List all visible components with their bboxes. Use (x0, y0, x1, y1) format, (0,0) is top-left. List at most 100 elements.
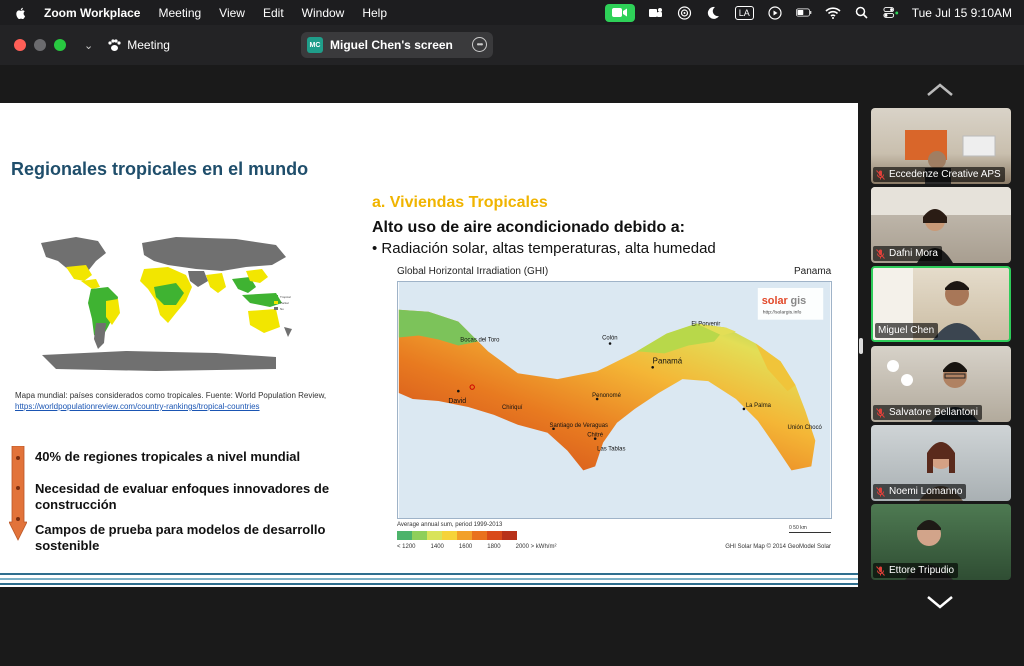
map-caption-text: Mapa mundial: países considerados como t… (15, 391, 327, 400)
slide-footer-stripes (0, 573, 858, 587)
svg-text:No: No (280, 307, 284, 311)
svg-text:Partial: Partial (280, 301, 289, 305)
svg-text:Panamá: Panamá (653, 356, 683, 365)
menubar-clock[interactable]: Tue Jul 15 9:10AM (912, 6, 1012, 20)
participant-tile[interactable]: Dafni Mora (871, 187, 1011, 263)
svg-text:El Porvenir: El Porvenir (691, 322, 720, 328)
zoom-video-status-icon[interactable] (604, 3, 635, 22)
window-title-bar: ⌄ Meeting MC Miguel Chen's screen ••• (0, 25, 1024, 65)
slide-title: Regionales tropicales en el mundo (11, 159, 309, 179)
close-window-button[interactable] (14, 39, 26, 51)
legend-tick: 1600 (458, 544, 473, 550)
key-point-3: Campos de prueba para modelos de desarro… (35, 522, 326, 553)
participant-name: Miguel Chen (878, 325, 935, 336)
menu-help[interactable]: Help (362, 6, 387, 20)
muted-mic-icon (876, 248, 885, 259)
svg-text:La Palma: La Palma (746, 403, 772, 409)
svg-text:Unión Chocó: Unión Chocó (788, 425, 823, 431)
minimize-window-button[interactable] (34, 39, 46, 51)
svg-text:gis: gis (791, 295, 807, 307)
ghi-map-title: Global Horizontal Irradiation (GHI) (397, 266, 549, 277)
wifi-icon[interactable] (825, 6, 841, 20)
muted-mic-icon (876, 407, 885, 418)
participant-name-label: Noemi Lomanno (873, 484, 967, 499)
participant-name: Eccedenze Creative APS (889, 169, 1001, 180)
map-scale-bar: 0 50 km (789, 525, 831, 533)
town-label: Bocas del Toro (460, 337, 500, 343)
svg-text:http://solargis.info: http://solargis.info (763, 310, 802, 316)
shared-screen-slide: Regionales tropicales en el mundo Tropic… (0, 103, 858, 587)
participants-paw-icon (108, 38, 121, 51)
sharer-avatar: MC (307, 37, 323, 53)
ac-usage-heading: Alto uso de aire acondicionado debido a: (372, 219, 685, 236)
legend-tick: 1800 (487, 544, 501, 550)
svg-text:Las Tablas: Las Tablas (597, 447, 625, 453)
ghi-legend: Average annual sum, period 1999-2013 < 1… (397, 522, 837, 562)
more-options-icon[interactable]: ••• (472, 37, 487, 52)
share-title: Miguel Chen's screen (330, 38, 453, 52)
participant-name-label: Ettore Tripudio (873, 563, 959, 578)
participant-tile[interactable]: Noemi Lomanno (871, 425, 1011, 501)
legend-title: Average annual sum, period 1999-2013 (397, 522, 503, 528)
key-point-1: 40% de regiones tropicales a nivel mundi… (35, 449, 301, 464)
legend-ticks: < 1200 1400 1600 1800 2000 > kWh/m² (397, 544, 557, 550)
meeting-label: Meeting (127, 38, 170, 52)
menu-window[interactable]: Window (302, 6, 345, 20)
menu-app-name[interactable]: Zoom Workplace (44, 6, 140, 20)
participant-tile[interactable]: Ettore Tripudio (871, 504, 1011, 580)
participant-name-label: Dafni Mora (873, 246, 942, 261)
airplay-icon[interactable] (677, 5, 693, 20)
apple-icon[interactable] (14, 6, 28, 20)
muted-mic-icon (876, 565, 885, 576)
participant-name: Noemi Lomanno (889, 486, 963, 497)
participant-tile[interactable]: Salvatore Bellantoni (871, 346, 1011, 422)
control-center-icon[interactable] (883, 6, 899, 20)
legend-color-bar (397, 531, 517, 540)
muted-mic-icon (876, 169, 885, 180)
battery-icon[interactable] (795, 6, 812, 20)
legend-tick: < 1200 (397, 544, 416, 550)
cause-bullet: • Radiación solar, altas temperaturas, a… (372, 240, 716, 257)
menu-view[interactable]: View (219, 6, 245, 20)
input-source-indicator[interactable]: LA (734, 5, 754, 20)
svg-text:solar: solar (762, 295, 789, 307)
map-credit: GHI Solar Map © 2014 GeoModel Solar (725, 544, 831, 550)
svg-text:Santiago de Veraguas: Santiago de Veraguas (550, 423, 608, 429)
focus-moon-icon[interactable] (706, 6, 722, 20)
muted-mic-icon (876, 486, 885, 497)
svg-text:Tropical: Tropical (280, 295, 291, 299)
spotlight-search-icon[interactable] (854, 6, 870, 20)
zoom-window-button[interactable] (54, 39, 66, 51)
scroll-down-chevron-icon[interactable] (925, 594, 955, 610)
participant-name-label: Eccedenze Creative APS (873, 167, 1005, 182)
section-subheading: a. Viviendas Tropicales (372, 194, 548, 211)
svg-text:Chiriquí: Chiriquí (502, 405, 523, 411)
panama-ghi-map: Bocas del Toro Colón El Porvenir Panamá … (397, 281, 832, 519)
chevron-down-icon[interactable]: ⌄ (84, 39, 93, 52)
legend-tick: 2000 > kWh/m² (515, 544, 557, 550)
tropical-countries-world-map: Tropical Partial No (36, 231, 298, 377)
participant-tile-active-speaker[interactable]: Miguel Chen (871, 266, 1011, 342)
participant-name: Ettore Tripudio (889, 565, 955, 576)
meeting-info-button[interactable]: Meeting (107, 38, 170, 52)
participant-name-label: Salvatore Bellantoni (873, 405, 982, 420)
participant-name-label: Miguel Chen (875, 323, 939, 338)
map-caption: Mapa mundial: países considerados como t… (15, 390, 335, 412)
menu-meeting[interactable]: Meeting (158, 6, 201, 20)
key-point-2: Necesidad de evaluar enfoques innovadore… (35, 481, 330, 512)
teams-icon[interactable] (648, 6, 664, 20)
scroll-up-chevron-icon[interactable] (925, 82, 955, 98)
ghi-map-country: Panama (794, 266, 832, 277)
panel-resize-handle[interactable] (859, 338, 863, 354)
participant-tile[interactable]: Eccedenze Creative APS (871, 108, 1011, 184)
participant-name: Dafni Mora (889, 248, 938, 259)
down-arrow-shape (9, 446, 27, 541)
menu-bar: Zoom Workplace Meeting View Edit Window … (0, 0, 1024, 25)
participant-name: Salvatore Bellantoni (889, 407, 978, 418)
legend-tick: 1400 (430, 544, 444, 550)
screen-share-indicator[interactable]: MC Miguel Chen's screen ••• (301, 32, 493, 58)
media-play-icon[interactable] (767, 5, 783, 20)
svg-text:Colón: Colón (602, 336, 618, 342)
menu-edit[interactable]: Edit (263, 6, 284, 20)
map-source-link[interactable]: https://worldpopulationreview.com/countr… (15, 402, 260, 411)
